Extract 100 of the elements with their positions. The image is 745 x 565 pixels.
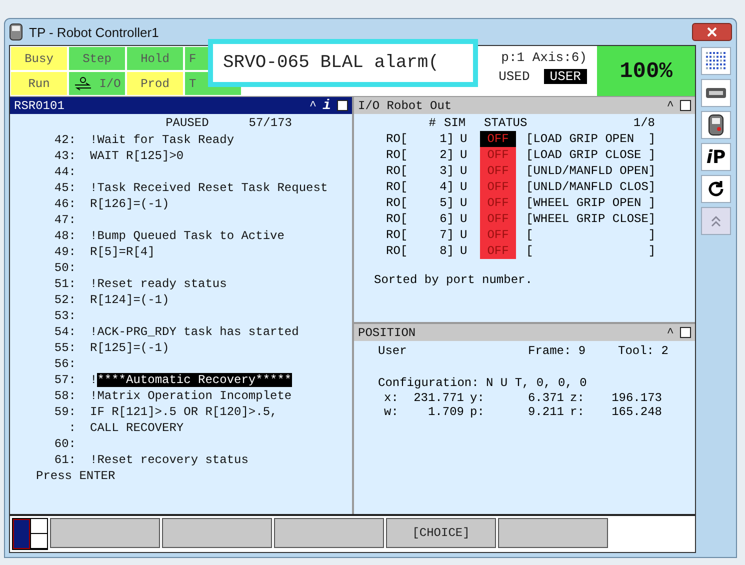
code-line: R[125]=(-1) bbox=[90, 341, 170, 355]
port-number: 1] bbox=[438, 132, 455, 146]
collapse-button[interactable]: ^ bbox=[309, 98, 317, 112]
highlighted-comment: ****Automatic Recovery***** bbox=[97, 373, 292, 387]
function-key[interactable] bbox=[162, 518, 272, 548]
code-line: R[126]=(-1) bbox=[90, 197, 170, 211]
column-header: # bbox=[428, 116, 437, 131]
line-number: 49: bbox=[53, 245, 77, 259]
signal-comment: [UNLD/MANFLD OPEN] bbox=[525, 164, 657, 178]
refresh-icon[interactable] bbox=[701, 175, 731, 203]
code-line: !ACK-PRG_RDY task has started bbox=[90, 325, 299, 339]
axis-label: y: bbox=[470, 391, 486, 405]
axis-label: p: bbox=[470, 405, 486, 419]
status-value[interactable]: OFF bbox=[480, 131, 516, 147]
port-number: 3] bbox=[438, 164, 455, 178]
status-indicator: I/O bbox=[68, 71, 126, 96]
signal-type: RO[ bbox=[386, 132, 409, 146]
status-indicator: Step bbox=[68, 46, 126, 71]
info-button[interactable]: i bbox=[322, 98, 331, 114]
port-number: 8] bbox=[438, 244, 455, 258]
signal-comment: [ ] bbox=[525, 228, 657, 242]
close-button[interactable] bbox=[692, 23, 732, 41]
grid-icon[interactable] bbox=[701, 47, 731, 75]
axis-label: r: bbox=[570, 405, 586, 419]
program-state: PAUSED bbox=[166, 116, 209, 132]
line-number: 46: bbox=[53, 197, 77, 211]
collapse-button[interactable]: ^ bbox=[666, 326, 674, 340]
layout-icon[interactable] bbox=[12, 518, 48, 550]
alarm-popup: SRVO-065 BLAL alarm( bbox=[208, 39, 478, 87]
sim-value: U bbox=[460, 196, 468, 210]
signal-type: RO[ bbox=[386, 180, 409, 194]
tool-number: Tool: 2 bbox=[618, 344, 668, 358]
line-number: 54: bbox=[53, 325, 77, 339]
signal-comment: [ ] bbox=[525, 244, 657, 258]
function-key[interactable] bbox=[274, 518, 384, 548]
function-key[interactable] bbox=[498, 518, 608, 548]
override-label: 100% bbox=[597, 46, 695, 96]
close-icon bbox=[707, 27, 717, 37]
line-number: 58: bbox=[53, 389, 77, 403]
status-text: USED bbox=[498, 69, 530, 84]
line-number: 48: bbox=[53, 229, 77, 243]
status-indicator: Run bbox=[10, 71, 68, 96]
mode-label: USER bbox=[544, 69, 587, 84]
line-number: 55: bbox=[53, 341, 77, 355]
configuration-text: Configuration: N U T, 0, 0, 0 bbox=[378, 376, 587, 390]
line-number: 60: bbox=[53, 437, 77, 451]
status-indicator: Prod bbox=[126, 71, 184, 96]
code-line: !Task Received Reset Task Request bbox=[90, 181, 328, 195]
port-number: 7] bbox=[438, 228, 455, 242]
ip-button[interactable]: iP bbox=[701, 143, 731, 171]
code-line: !Matrix Operation Incomplete bbox=[90, 389, 292, 403]
column-header: STATUS bbox=[484, 116, 528, 131]
line-number: 51: bbox=[53, 277, 77, 291]
line-number: : bbox=[68, 421, 77, 435]
line-number: 47: bbox=[53, 213, 77, 227]
position-value: 9.211 bbox=[526, 405, 565, 419]
position-value: 6.371 bbox=[526, 391, 565, 405]
collapse-button[interactable]: ^ bbox=[666, 98, 674, 112]
pendant-icon bbox=[9, 23, 23, 41]
line-number: 50: bbox=[53, 261, 77, 275]
line-number: 42: bbox=[53, 133, 77, 147]
pendant-icon[interactable] bbox=[701, 111, 731, 139]
sim-value: U bbox=[460, 212, 468, 226]
sim-value: U bbox=[460, 148, 468, 162]
maximize-button[interactable] bbox=[337, 100, 348, 111]
keyboard-icon[interactable] bbox=[701, 79, 731, 107]
code-line: !Wait for Task Ready bbox=[90, 133, 234, 147]
function-key[interactable] bbox=[50, 518, 160, 548]
sort-note: Sorted by port number. bbox=[374, 273, 532, 287]
line-number: 59: bbox=[53, 405, 77, 419]
signal-comment: [WHEEL GRIP CLOSE] bbox=[525, 212, 657, 226]
signal-type: RO[ bbox=[386, 244, 409, 258]
axis-label: z: bbox=[570, 391, 586, 405]
sim-value: U bbox=[460, 164, 468, 178]
sim-value: U bbox=[460, 228, 468, 242]
function-key[interactable]: [CHOICE] bbox=[386, 518, 496, 548]
code-line: R[124]=(-1) bbox=[90, 293, 170, 307]
code-line: WAIT R[125]>0 bbox=[90, 149, 184, 163]
io-title: I/O Robot Out bbox=[358, 98, 453, 112]
line-number: 53: bbox=[53, 309, 77, 323]
frame-number: Frame: 9 bbox=[528, 344, 587, 358]
signal-comment: [LOAD GRIP OPEN ] bbox=[525, 132, 657, 146]
line-number: 45: bbox=[53, 181, 77, 195]
status-indicator: Busy bbox=[10, 46, 68, 71]
signal-comment: [UNLD/MANFLD CLOS] bbox=[525, 180, 657, 194]
line-number: 57: bbox=[53, 373, 77, 387]
port-number: 6] bbox=[438, 212, 455, 226]
maximize-button[interactable] bbox=[680, 100, 691, 111]
program-title: RSR0101 bbox=[14, 98, 66, 112]
signal-comment: [LOAD GRIP CLOSE ] bbox=[525, 148, 657, 162]
line-number: 43: bbox=[53, 149, 77, 163]
signal-comment: [WHEEL GRIP OPEN ] bbox=[525, 196, 657, 210]
line-position: 57/173 bbox=[248, 116, 292, 132]
signal-type: RO[ bbox=[386, 196, 409, 210]
signal-type: RO[ bbox=[386, 164, 409, 178]
signal-type: RO[ bbox=[386, 212, 409, 226]
maximize-button[interactable] bbox=[680, 327, 691, 338]
code-line: !Reset recovery status bbox=[90, 453, 248, 467]
position-title: POSITION bbox=[358, 326, 417, 340]
line-number: 56: bbox=[53, 357, 77, 371]
